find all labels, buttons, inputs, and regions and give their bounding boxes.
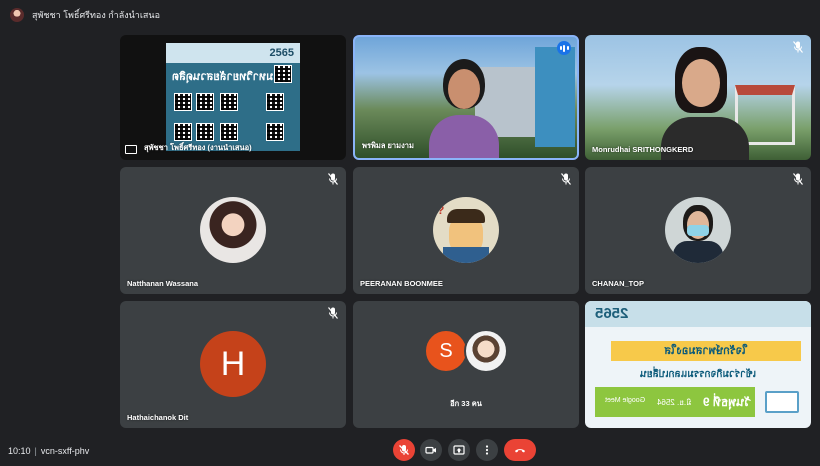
participant-tile[interactable]: Natthanan Wassana xyxy=(120,167,346,294)
more-options-button[interactable] xyxy=(476,439,498,461)
presenter-avatar xyxy=(10,8,24,22)
avatar xyxy=(200,197,266,263)
speaking-indicator-icon xyxy=(557,41,571,55)
participant-name: Hathaichanok Dit xyxy=(127,413,189,422)
qr-code xyxy=(174,123,192,141)
clock-time: 10:10 xyxy=(8,446,31,456)
leave-call-button[interactable] xyxy=(504,439,536,461)
participant-name: สุพัชชา โพธิ์ศรีทอง (งานนำเสนอ) xyxy=(144,143,252,152)
participant-tile[interactable]: ? PEERANAN BOONMEE xyxy=(353,167,579,294)
qr-code xyxy=(220,123,238,141)
participant-name: พรพิมล ยามงาม xyxy=(362,141,414,150)
mic-off-icon xyxy=(793,41,803,53)
qr-code xyxy=(220,93,238,111)
mic-off-icon xyxy=(793,173,803,185)
slide2-date-day: วันพุธที่ 9 xyxy=(703,395,752,409)
slide2-line1: ใจรักษ์พาสมองใส xyxy=(611,341,801,361)
presentation-slide: 2565 มหาวิทยาลัยสวนดุสิต xyxy=(166,43,300,151)
slide-year: 2565 xyxy=(269,47,294,59)
qr-code xyxy=(274,65,292,83)
qr-code xyxy=(266,93,284,111)
participant-name: Monrudhai SRITHONGKERD xyxy=(592,145,694,154)
qr-code xyxy=(196,93,214,111)
slide2-date-rest: มิ.ย. 2564 xyxy=(657,398,692,407)
mic-off-icon xyxy=(328,307,338,319)
present-now-button[interactable] xyxy=(448,439,470,461)
top-bar: สุพัชชา โพธิ์ศรีทอง กำลังนำเสนอ xyxy=(0,0,820,30)
hang-up-icon xyxy=(515,449,525,453)
meeting-code: vcn-sxff-phv xyxy=(40,446,90,456)
avatar-initial: H xyxy=(200,331,266,397)
mic-off-icon xyxy=(328,173,338,185)
building-shape xyxy=(535,47,575,147)
laptop-icon xyxy=(765,391,799,413)
participant-tile[interactable]: Monrudhai SRITHONGKERD xyxy=(585,35,811,160)
presentation-thumbnail-tile[interactable]: 2565 ใจรักษ์พาสมองใส เข้าร่วมกิจกรรมแลกเ… xyxy=(585,301,811,428)
others-avatars: S xyxy=(353,329,579,373)
slide2-line2: เข้าร่วมกิจกรรมแลกเปลี่ยน xyxy=(640,369,756,380)
participant-name: CHANAN_TOP xyxy=(592,279,644,288)
presentation-tile[interactable]: 2565 มหาวิทยาลัยสวนดุสิต สุพัชชา โพธิ์ศร… xyxy=(120,35,346,160)
others-count: อีก 33 คน xyxy=(450,399,482,408)
mic-off-icon xyxy=(561,173,571,185)
avatar: ? xyxy=(433,197,499,263)
avatar xyxy=(665,197,731,263)
camera-toggle-button[interactable] xyxy=(420,439,442,461)
participant-name: Natthanan Wassana xyxy=(127,279,198,288)
slide2-platform: Google Meet xyxy=(605,397,646,404)
slide2-year: 2565 xyxy=(595,305,629,322)
qr-code xyxy=(266,123,284,141)
person-video xyxy=(655,47,755,160)
more-vert-icon xyxy=(485,445,489,455)
camera-icon xyxy=(425,446,436,454)
avatar-initial: S xyxy=(424,329,468,373)
bottom-bar: 10:10 | vcn-sxff-phv xyxy=(0,434,820,466)
mic-off-icon xyxy=(399,445,409,455)
person-video xyxy=(423,59,505,158)
separator: | xyxy=(34,446,37,456)
qr-code xyxy=(174,93,192,111)
present-screen-icon xyxy=(125,145,137,154)
mic-toggle-button[interactable] xyxy=(393,439,415,461)
qr-code xyxy=(196,123,214,141)
participant-tile-speaking[interactable]: พรพิมล ยามงาม xyxy=(353,35,579,160)
participant-tile[interactable]: CHANAN_TOP xyxy=(585,167,811,294)
presenter-status: สุพัชชา โพธิ์ศรีทอง กำลังนำเสนอ xyxy=(32,10,160,20)
present-icon xyxy=(453,445,465,455)
meeting-info: 10:10 | vcn-sxff-phv xyxy=(8,446,89,456)
participant-tile[interactable]: H Hathaichanok Dit xyxy=(120,301,346,428)
avatar xyxy=(464,329,508,373)
others-tile[interactable]: S อีก 33 คน xyxy=(353,301,579,428)
slide-title: มหาวิทยาลัยสวนดุสิต xyxy=(172,71,274,83)
participant-name: PEERANAN BOONMEE xyxy=(360,279,443,288)
